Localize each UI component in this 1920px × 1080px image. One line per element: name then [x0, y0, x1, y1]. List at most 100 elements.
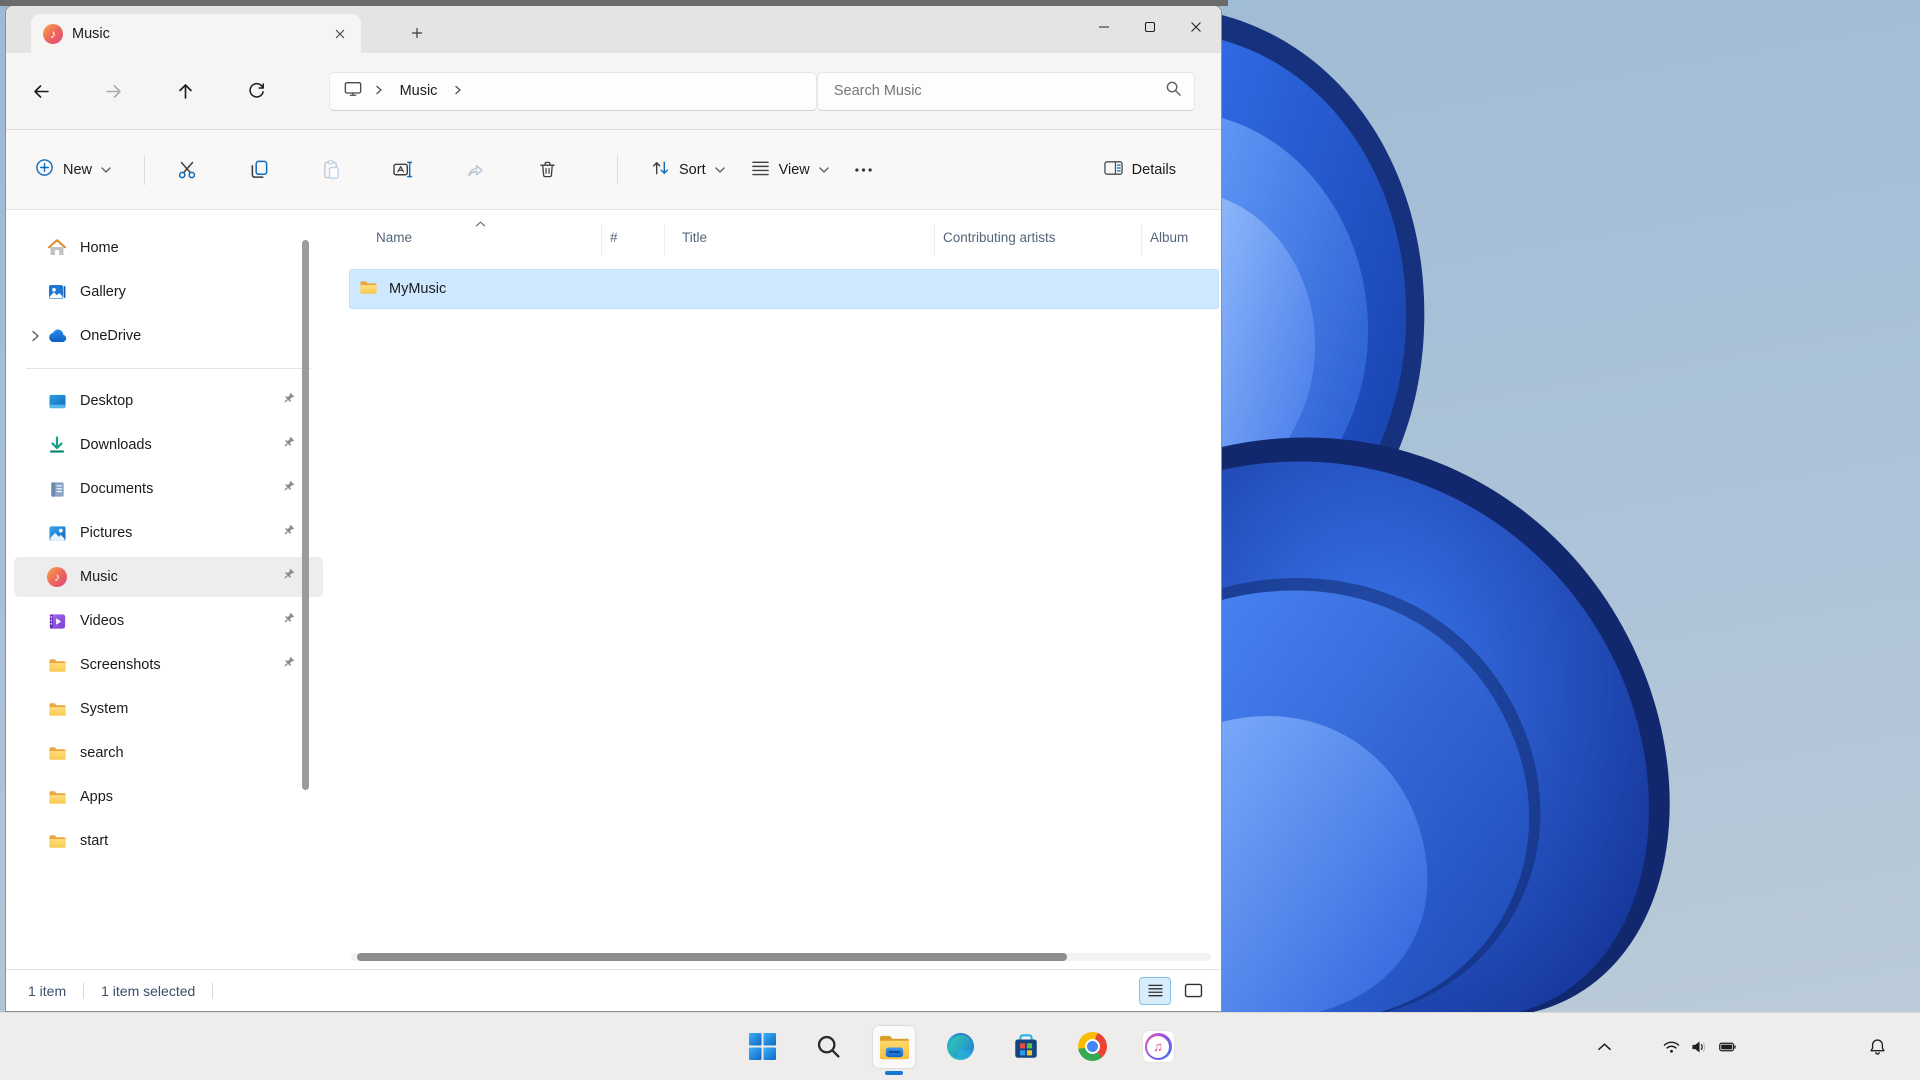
taskbar-file-explorer-button[interactable]	[873, 1025, 915, 1075]
taskbar-edge-button[interactable]	[939, 1026, 981, 1068]
sidebar-item-videos[interactable]: Videos	[14, 601, 323, 641]
view-lines-icon	[751, 160, 770, 180]
share-button[interactable]	[453, 149, 497, 191]
breadcrumb-chevron-icon[interactable]	[374, 82, 384, 100]
forward-button[interactable]	[92, 72, 136, 110]
sort-button[interactable]: Sort	[638, 149, 738, 191]
sidebar-item-screenshots[interactable]: Screenshots	[14, 645, 323, 685]
column-header-contributing-artists[interactable]: Contributing artists	[943, 230, 1056, 245]
file-row-mymusic[interactable]: MyMusic	[349, 269, 1219, 309]
sidebar-item-gallery[interactable]: Gallery	[14, 272, 323, 312]
column-separator[interactable]	[934, 224, 935, 256]
chevron-up-icon	[1597, 1042, 1611, 1050]
running-indicator	[885, 1070, 903, 1075]
this-pc-monitor-icon[interactable]	[344, 80, 362, 102]
copy-icon	[251, 160, 267, 178]
up-button[interactable]	[163, 72, 207, 110]
sidebar-item-home[interactable]: Home	[14, 228, 323, 268]
minimize-button[interactable]	[1081, 8, 1127, 46]
horizontal-scrollbar[interactable]	[351, 953, 1211, 961]
sidebar-item-documents[interactable]: Documents	[14, 469, 323, 509]
sidebar-item-search[interactable]: search	[14, 733, 323, 773]
column-separator[interactable]	[664, 224, 665, 256]
breadcrumb-music[interactable]: Music	[396, 81, 442, 101]
taskbar-search-button[interactable]	[807, 1026, 849, 1068]
sidebar-item-system[interactable]: System	[14, 689, 323, 729]
new-button-label: New	[63, 161, 93, 178]
horizontal-scrollbar-thumb[interactable]	[357, 953, 1067, 961]
rename-button[interactable]	[381, 149, 425, 191]
pin-icon	[282, 480, 295, 498]
breadcrumb-chevron-icon[interactable]	[453, 82, 463, 100]
chevron-right-icon[interactable]	[24, 330, 46, 342]
tab-close-button[interactable]	[327, 21, 353, 47]
sidebar-item-onedrive[interactable]: OneDrive	[14, 316, 323, 356]
sidebar-item-label: Pictures	[80, 525, 133, 541]
refresh-button[interactable]	[235, 72, 279, 110]
volume-icon	[1692, 1041, 1706, 1052]
copy-button[interactable]	[237, 149, 281, 191]
downloads-icon	[46, 435, 68, 455]
column-header-title[interactable]: Title	[682, 230, 707, 245]
search-box[interactable]	[816, 71, 1195, 111]
column-separator[interactable]	[1141, 224, 1142, 256]
navigation-bar: Music	[6, 53, 1221, 129]
address-bar[interactable]: Music	[328, 71, 817, 111]
details-view-toggle-button[interactable]	[1139, 976, 1171, 1005]
more-options-button[interactable]	[842, 149, 886, 191]
selection-count: 1 item selected	[101, 982, 196, 999]
search-icon[interactable]	[1165, 80, 1182, 102]
new-tab-button[interactable]	[402, 19, 432, 47]
taskbar-microsoft-store-button[interactable]	[1005, 1026, 1047, 1068]
column-header-album[interactable]: Album	[1150, 230, 1188, 245]
back-button[interactable]	[20, 72, 64, 110]
sort-button-label: Sort	[679, 161, 706, 178]
maximize-button[interactable]	[1127, 8, 1173, 46]
search-input[interactable]	[833, 83, 1165, 99]
close-icon	[335, 29, 345, 38]
pictures-icon	[46, 525, 68, 542]
sidebar-item-music[interactable]: ♪ Music	[14, 557, 323, 597]
share-icon	[467, 164, 483, 177]
sidebar-item-downloads[interactable]: Downloads	[14, 425, 323, 465]
file-name: MyMusic	[389, 281, 447, 297]
tab-music[interactable]: ♪ Music	[31, 14, 361, 53]
view-button[interactable]: View	[738, 149, 842, 191]
taskbar-itunes-button[interactable]: ♫	[1137, 1026, 1179, 1068]
sidebar-item-desktop[interactable]: Desktop	[14, 381, 323, 421]
thumbnail-view-icon	[1184, 983, 1202, 998]
paste-button[interactable]	[309, 149, 353, 191]
column-header-number[interactable]: #	[610, 230, 618, 245]
pin-icon	[282, 612, 295, 630]
new-button[interactable]: New	[22, 149, 124, 191]
system-tray-network-volume-battery[interactable]	[1651, 1027, 1748, 1067]
details-button[interactable]: Details	[1091, 149, 1189, 191]
sidebar-item-pictures[interactable]: Pictures	[14, 513, 323, 553]
sidebar-scrollbar[interactable]	[302, 240, 309, 790]
paste-clipboard-icon	[323, 160, 339, 179]
taskbar-chrome-button[interactable]	[1071, 1026, 1113, 1068]
hidden-icons-chevron-button[interactable]	[1588, 1029, 1620, 1065]
notifications-button[interactable]	[1858, 1027, 1896, 1067]
taskbar: ♫	[0, 1012, 1920, 1080]
sidebar-item-apps[interactable]: Apps	[14, 777, 323, 817]
cut-button[interactable]	[165, 149, 209, 191]
column-separator[interactable]	[601, 224, 602, 256]
sidebar-item-start[interactable]: start	[14, 821, 323, 861]
up-arrow-icon	[178, 83, 192, 99]
column-header-name[interactable]: Name	[376, 230, 412, 245]
maximize-icon	[1144, 21, 1156, 33]
status-bar: 1 item 1 item selected	[6, 969, 1221, 1011]
toolbar-separator	[617, 154, 619, 185]
cut-scissors-icon	[178, 161, 196, 178]
navigation-sidebar: Home Gallery OneDrive Desktop Downloads …	[6, 210, 331, 969]
start-button[interactable]	[741, 1026, 783, 1068]
gallery-icon	[46, 282, 68, 302]
sidebar-item-label: Gallery	[80, 284, 126, 300]
sidebar-item-label: start	[80, 833, 109, 849]
close-window-button[interactable]	[1173, 8, 1219, 46]
battery-icon	[1719, 1042, 1736, 1051]
pin-icon	[282, 568, 295, 586]
thumbnail-view-toggle-button[interactable]	[1177, 977, 1209, 1005]
delete-button[interactable]	[525, 149, 569, 191]
